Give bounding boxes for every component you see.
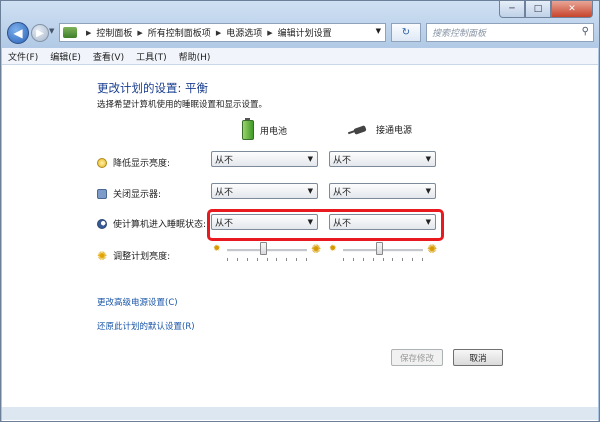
content-pane: 更改计划的设置: 平衡 选择希望计算机使用的睡眠设置和显示设置。 用电池 接通电…	[2, 65, 598, 421]
chevron-down-icon: ▼	[425, 155, 431, 163]
power-plug-icon	[348, 125, 370, 135]
navigation-bar: ◀ ▶ ▼ ▶ 控制面板 ▶ 所有控制面板项 ▶ 电源选项 ▶ 编辑计划设置 ▼ ↻ 搜…	[1, 19, 599, 47]
breadcrumb-power-options[interactable]: 电源选项	[226, 26, 262, 39]
breadcrumb-control-panel[interactable]: 控制面板	[96, 26, 132, 39]
column-plugged-label: 接通电源	[376, 126, 413, 136]
control-panel-icon	[63, 27, 77, 38]
breadcrumb-all-items[interactable]: 所有控制面板项	[148, 26, 211, 39]
menu-view[interactable]: 查看(V)	[87, 50, 130, 63]
dim-display-label: 降低显示亮度:	[113, 159, 171, 169]
menu-edit[interactable]: 编辑(E)	[44, 50, 87, 63]
dim-display-plugged-select[interactable]: 从不 ▼	[329, 151, 436, 167]
address-dropdown-icon[interactable]: ▼	[376, 27, 381, 35]
chevron-down-icon: ▼	[307, 187, 313, 195]
select-value: 从不	[215, 187, 234, 198]
monitor-icon	[97, 188, 107, 199]
slider-thumb[interactable]	[260, 242, 267, 255]
minimize-button[interactable]: ─	[499, 1, 525, 18]
menu-tools[interactable]: 工具(T)	[130, 50, 173, 63]
restore-defaults-link[interactable]: 还原此计划的默认设置(R)	[97, 320, 195, 332]
bright-sun-icon: ✺	[426, 242, 437, 256]
column-battery-label: 用电池	[260, 126, 288, 137]
dim-sun-icon: ✹	[213, 244, 221, 254]
dim-sun-icon: ✹	[329, 244, 337, 254]
dim-display-icon	[97, 157, 107, 168]
column-plugged: 接通电源	[348, 123, 412, 136]
maximize-button[interactable]: □	[525, 1, 551, 18]
turn-off-display-battery-select[interactable]: 从不 ▼	[211, 183, 318, 199]
caption-buttons: ─ □ ✕	[499, 1, 593, 18]
sleep-row: 使计算机进入睡眠状态:	[97, 217, 206, 230]
advanced-power-settings-link[interactable]: 更改高级电源设置(C)	[97, 296, 178, 308]
menu-file[interactable]: 文件(F)	[2, 50, 44, 63]
sleep-label: 使计算机进入睡眠状态:	[113, 220, 207, 230]
turn-off-display-plugged-select[interactable]: 从不 ▼	[329, 183, 436, 199]
menu-help[interactable]: 帮助(H)	[173, 50, 217, 63]
select-value: 从不	[333, 187, 352, 198]
menu-bar: 文件(F) 编辑(E) 查看(V) 工具(T) 帮助(H)	[2, 48, 598, 65]
explorer-window: ─ □ ✕ ◀ ▶ ▼ ▶ 控制面板 ▶ 所有控制面板项 ▶ 电源选项 ▶ 编辑计划设置…	[0, 0, 600, 422]
chevron-down-icon: ▼	[307, 155, 313, 163]
slider-thumb[interactable]	[376, 242, 383, 255]
search-placeholder: 搜索控制面板	[432, 29, 487, 39]
sleep-moon-icon	[97, 218, 107, 229]
dim-display-row: 降低显示亮度:	[97, 156, 170, 169]
forward-button[interactable]: ▶	[31, 24, 49, 42]
close-button[interactable]: ✕	[551, 1, 593, 18]
red-highlight-box	[207, 209, 444, 241]
slider-track	[227, 249, 307, 252]
brightness-label: 调整计划亮度:	[113, 252, 171, 262]
page-title: 更改计划的设置: 平衡	[97, 81, 209, 95]
refresh-button[interactable]: ↻	[391, 23, 421, 42]
address-bar[interactable]: ▶ 控制面板 ▶ 所有控制面板项 ▶ 电源选项 ▶ 编辑计划设置 ▼	[59, 23, 386, 42]
search-icon[interactable]: ⚲	[582, 26, 589, 37]
back-button[interactable]: ◀	[7, 22, 29, 44]
save-changes-button[interactable]: 保存修改	[391, 349, 443, 366]
bright-sun-icon: ✺	[310, 242, 321, 256]
brightness-plugged-slider[interactable]: ✹ ✺	[329, 242, 437, 262]
brightness-battery-slider[interactable]: ✹ ✺	[213, 242, 321, 262]
page-subtitle: 选择希望计算机使用的睡眠设置和显示设置。	[97, 100, 268, 110]
breadcrumb-edit-plan[interactable]: 编辑计划设置	[278, 26, 332, 39]
turn-off-display-label: 关闭显示器:	[113, 190, 162, 200]
select-value: 从不	[333, 155, 352, 166]
select-value: 从不	[215, 155, 234, 166]
dim-display-battery-select[interactable]: 从不 ▼	[211, 151, 318, 167]
chevron-down-icon: ▼	[425, 187, 431, 195]
status-bar	[2, 407, 598, 420]
column-battery: 用电池	[242, 118, 288, 140]
search-input[interactable]: 搜索控制面板 ⚲	[426, 23, 594, 42]
brightness-row: ✺ 调整计划亮度:	[97, 248, 171, 263]
cancel-button[interactable]: 取消	[453, 349, 503, 366]
sun-icon: ✺	[97, 248, 108, 263]
turn-off-display-row: 关闭显示器:	[97, 187, 161, 200]
recent-pages-dropdown[interactable]: ▼	[49, 27, 54, 35]
battery-icon	[242, 118, 254, 140]
slider-track	[343, 249, 423, 252]
